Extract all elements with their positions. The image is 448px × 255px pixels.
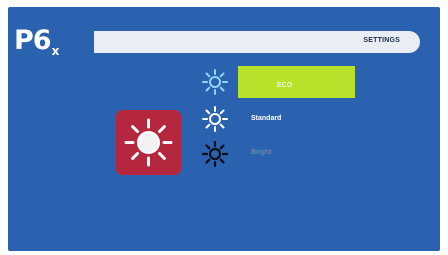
sun-icon [202, 106, 228, 132]
option-bright-label: Bright [251, 149, 272, 156]
sun-icon [202, 141, 228, 167]
option-standard[interactable]: Standard [238, 111, 281, 129]
option-standard-label: Standard [251, 115, 282, 122]
page-title: SETTINGS [363, 37, 400, 44]
sun-icon [124, 118, 173, 167]
brand-logo: P6x [14, 25, 59, 57]
sun-icon [202, 69, 228, 95]
option-bright[interactable]: Bright [238, 145, 272, 163]
option-eco[interactable]: ECO [238, 66, 355, 98]
brand-suffix: x [51, 44, 60, 58]
brand-name: P6 [14, 25, 52, 56]
header-bar: SETTINGS [94, 31, 420, 53]
projector-menu-screen: P6x SETTINGS ECO Standard Bright [8, 7, 440, 251]
brightness-mode-tile [116, 110, 181, 175]
option-eco-label: ECO [277, 82, 293, 89]
